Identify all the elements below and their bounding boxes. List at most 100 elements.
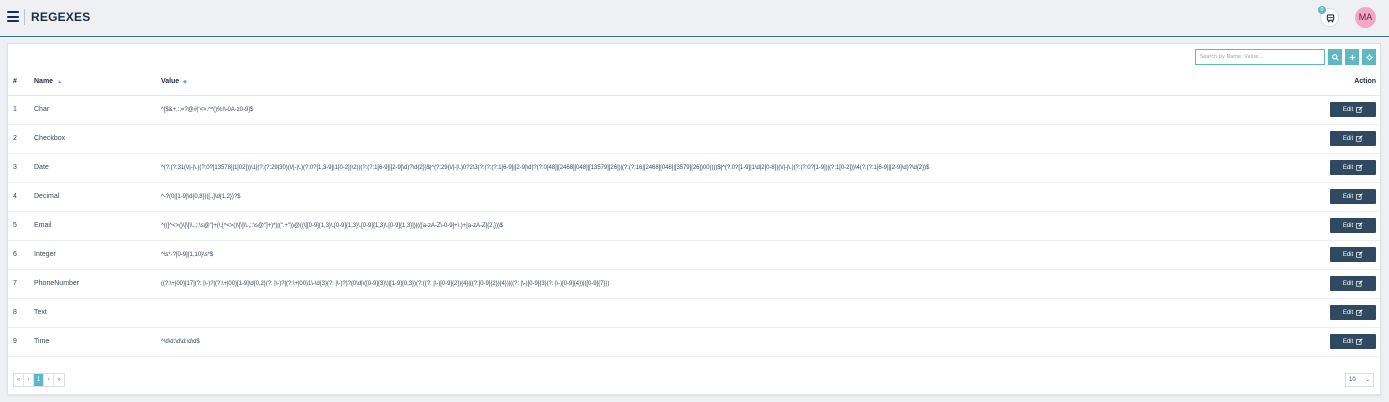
edit-icon bbox=[1356, 164, 1363, 171]
row-name: Decimal bbox=[32, 182, 158, 212]
search-icon bbox=[1331, 53, 1339, 61]
chevron-down-icon: ⌄ bbox=[1365, 377, 1370, 383]
row-number: 3 bbox=[8, 153, 32, 183]
row-name: Char bbox=[32, 95, 158, 125]
regex-table-panel: # Name▲ Value◆ Action 1Char^[$&+,:;=?@#|… bbox=[7, 43, 1381, 395]
gear-icon bbox=[1365, 53, 1373, 61]
edit-button[interactable]: Edit bbox=[1330, 247, 1376, 262]
next-page-button[interactable]: › bbox=[44, 374, 54, 386]
add-regex-button[interactable] bbox=[1345, 49, 1359, 65]
edit-button[interactable]: Edit bbox=[1330, 334, 1376, 349]
sort-icon[interactable]: ◆ bbox=[183, 79, 187, 85]
row-value bbox=[158, 124, 1320, 154]
edit-label: Edit bbox=[1342, 135, 1354, 142]
top-bar: REGEXES 0 MA bbox=[0, 0, 1389, 37]
last-page-button[interactable]: » bbox=[54, 374, 64, 386]
edit-icon bbox=[1356, 338, 1363, 345]
row-action: Edit bbox=[1320, 95, 1380, 125]
edit-label: Edit bbox=[1342, 251, 1354, 258]
row-action: Edit bbox=[1320, 182, 1380, 212]
column-header-num: # bbox=[8, 69, 32, 96]
row-number: 6 bbox=[8, 240, 32, 270]
row-action: Edit bbox=[1320, 269, 1380, 299]
edit-icon bbox=[1356, 222, 1363, 229]
edit-label: Edit bbox=[1342, 164, 1354, 171]
row-value: ^(?:(?:31(\/|-|\.)(?:0?[13578]|1[02]))\1… bbox=[158, 153, 1320, 183]
row-action: Edit bbox=[1320, 298, 1380, 328]
row-action: Edit bbox=[1320, 240, 1380, 270]
row-name: Time bbox=[32, 327, 158, 357]
edit-button[interactable]: Edit bbox=[1330, 218, 1376, 233]
table-row: 9 Time ^\d\d:\d\d:\d\d$ Edit bbox=[8, 327, 1380, 357]
row-value: ^\d\d:\d\d:\d\d$ bbox=[158, 327, 1320, 357]
column-header-value[interactable]: Value ◆ bbox=[158, 69, 1320, 96]
edit-label: Edit bbox=[1342, 280, 1354, 287]
notification-button[interactable]: 0 bbox=[1318, 6, 1339, 27]
row-name: Text bbox=[32, 298, 158, 328]
column-header-value-label: Value bbox=[161, 78, 180, 86]
page-title: REGEXES bbox=[31, 10, 91, 24]
first-page-button[interactable]: « bbox=[14, 374, 24, 386]
row-number: 7 bbox=[8, 269, 32, 299]
page-size-select[interactable]: 10 ⌄ bbox=[1345, 373, 1374, 387]
regex-table: # Name ▲ Value ◆ Action 1 Char ^[$&+,:;=?@#|… bbox=[8, 69, 1380, 357]
page-1-button[interactable]: 1 bbox=[34, 374, 44, 386]
edit-icon bbox=[1356, 193, 1363, 200]
row-action: Edit bbox=[1320, 327, 1380, 357]
table-row: 7 PhoneNumber ((?:\+|00)[17](?: |\-)?|(?:\… bbox=[8, 269, 1380, 299]
header-divider bbox=[24, 9, 25, 25]
table-row: 8 Text Edit bbox=[8, 298, 1380, 328]
row-number: 1 bbox=[8, 95, 32, 125]
row-name: Integer bbox=[32, 240, 158, 270]
edit-label: Edit bbox=[1342, 222, 1354, 229]
edit-button[interactable]: Edit bbox=[1330, 102, 1376, 117]
column-header-name-label: Name bbox=[34, 78, 54, 86]
table-row: 6 Integer ^\s*-?[0-9]{1,10}\s*$ Edit bbox=[8, 240, 1380, 270]
plus-icon bbox=[1349, 54, 1355, 60]
row-action: Edit bbox=[1320, 153, 1380, 183]
table-toolbar bbox=[1195, 49, 1376, 65]
edit-label: Edit bbox=[1342, 309, 1354, 316]
edit-icon bbox=[1356, 280, 1363, 287]
column-header-name[interactable]: Name ▲ bbox=[32, 69, 158, 96]
table-row: 3 Date ^(?:(?:31(\/|-|\.)(?:0?[13578]|1[02… bbox=[8, 153, 1380, 183]
row-name: PhoneNumber bbox=[32, 269, 158, 299]
row-number: 2 bbox=[8, 124, 32, 154]
edit-button[interactable]: Edit bbox=[1330, 131, 1376, 146]
hamburger-icon[interactable] bbox=[7, 11, 19, 22]
table-row: 1 Char ^[$&+,:;=?@#|'<>.^*()%!\-0A-z0-9]$ E… bbox=[8, 95, 1380, 125]
sort-icon[interactable]: ▲ bbox=[57, 79, 62, 85]
edit-button[interactable]: Edit bbox=[1330, 160, 1376, 175]
column-header-action: Action bbox=[1320, 69, 1380, 96]
row-number: 5 bbox=[8, 211, 32, 241]
edit-button[interactable]: Edit bbox=[1330, 305, 1376, 320]
row-value: ^\s*-?[0-9]{1,10}\s*$ bbox=[158, 240, 1320, 270]
row-name: Checkbox bbox=[32, 124, 158, 154]
table-header-row: # Name ▲ Value ◆ Action bbox=[8, 69, 1380, 96]
row-number: 9 bbox=[8, 327, 32, 357]
edit-icon bbox=[1356, 106, 1363, 113]
prev-page-button[interactable]: ‹ bbox=[24, 374, 34, 386]
edit-button[interactable]: Edit bbox=[1330, 189, 1376, 204]
edit-label: Edit bbox=[1342, 338, 1354, 345]
edit-icon bbox=[1356, 309, 1363, 316]
search-input[interactable] bbox=[1195, 49, 1325, 65]
edit-button[interactable]: Edit bbox=[1330, 276, 1376, 291]
notification-badge: 0 bbox=[1318, 6, 1326, 14]
page-size-value: 10 bbox=[1349, 377, 1356, 383]
edit-icon bbox=[1356, 251, 1363, 258]
row-number: 4 bbox=[8, 182, 32, 212]
notification-icon bbox=[1326, 14, 1335, 23]
edit-icon bbox=[1356, 135, 1363, 142]
row-number: 8 bbox=[8, 298, 32, 328]
search-button[interactable] bbox=[1328, 49, 1342, 65]
edit-label: Edit bbox=[1342, 193, 1354, 200]
row-value bbox=[158, 298, 1320, 328]
avatar[interactable]: MA bbox=[1355, 7, 1376, 28]
row-name: Date bbox=[32, 153, 158, 183]
row-name: Email bbox=[32, 211, 158, 241]
table-row: 2 Checkbox Edit bbox=[8, 124, 1380, 154]
row-value: ((?:\+|00)[17](?: |\-)?|(?:\+|00)[1-9]\d… bbox=[158, 269, 1320, 299]
row-value: ^(([^<>()\[\]\\.,;:\s@"]+(\.[^<>()\[\]\\… bbox=[158, 211, 1320, 241]
settings-button[interactable] bbox=[1362, 49, 1376, 65]
